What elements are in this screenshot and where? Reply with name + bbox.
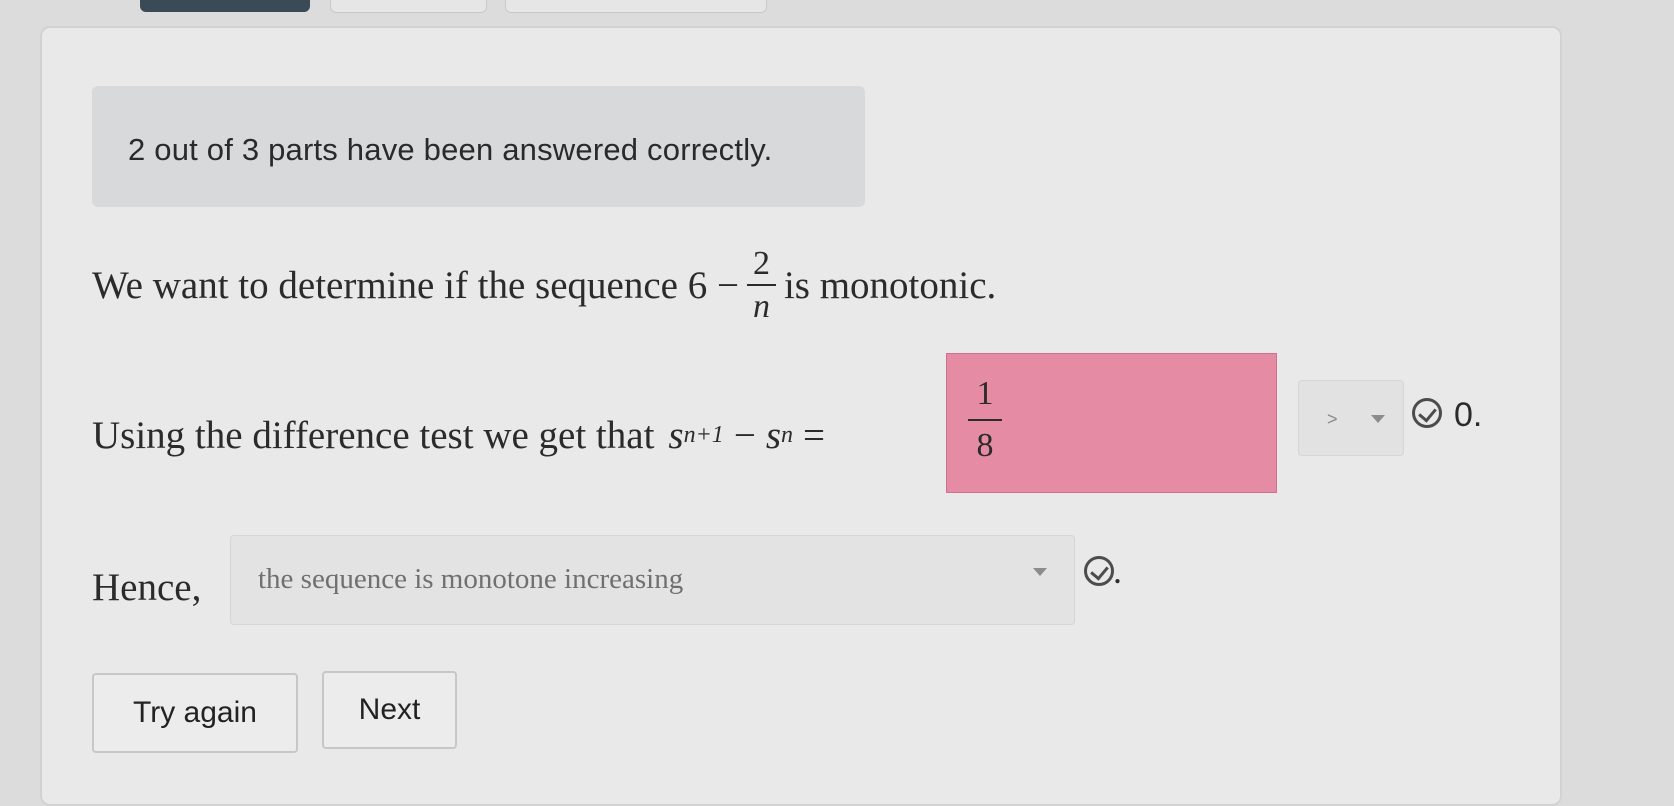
status-message: 2 out of 3 parts have been answered corr… (128, 132, 773, 167)
check-circle-icon (1412, 398, 1442, 428)
top-tab-2[interactable] (330, 0, 487, 13)
comparison-trailing: 0. (1454, 396, 1483, 434)
chevron-down-icon (1033, 568, 1047, 576)
comparison-select[interactable] (1298, 380, 1404, 456)
answer-denominator: 8 (976, 427, 994, 464)
question-text: We want to determine if the sequence 6 −… (92, 240, 996, 330)
check-circle-icon (1084, 556, 1114, 586)
answer-numerator: 1 (976, 375, 994, 412)
conclusion-label: Hence, (92, 566, 202, 609)
chevron-down-icon (1371, 415, 1385, 423)
answer-fraction: 1 8 (968, 375, 1002, 465)
sequence-fraction: 2 n (746, 244, 776, 325)
s-term-1: s (668, 413, 684, 457)
s-term-2: s (765, 413, 781, 457)
top-tab-active[interactable] (140, 0, 310, 12)
conclusion-selected-value: the sequence is monotone increasing (258, 563, 684, 595)
try-again-button[interactable]: Try again (92, 673, 298, 753)
equals-sign: = (803, 413, 825, 457)
difference-prefix: Using the difference test we get that (92, 413, 655, 457)
s-term-1-subscript: n+1 (683, 421, 724, 448)
next-button[interactable]: Next (322, 671, 457, 749)
question-prefix: We want to determine if the sequence 6 − (92, 263, 739, 307)
top-tab-3[interactable] (505, 0, 767, 13)
s-term-2-subscript: n (781, 421, 793, 448)
conclusion-trailing: . (1113, 551, 1122, 591)
difference-test-text: Using the difference test we get that s … (92, 395, 825, 475)
fraction-denominator: n (752, 287, 770, 325)
question-suffix: is monotonic. (783, 263, 997, 307)
comparison-selected-value: > (1327, 409, 1338, 429)
fraction-numerator: 2 (752, 244, 770, 282)
minus-sign: − (733, 413, 756, 457)
